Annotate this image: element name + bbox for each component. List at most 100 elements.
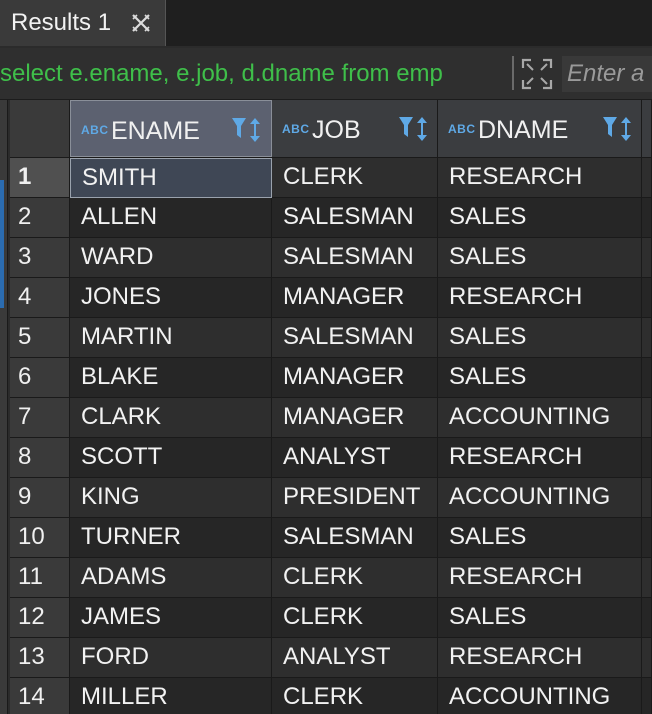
row-filler bbox=[642, 238, 652, 278]
table-cell[interactable]: SALES bbox=[438, 198, 642, 238]
table-cell[interactable]: CLERK bbox=[272, 558, 438, 598]
table-cell[interactable]: BLAKE bbox=[70, 358, 272, 398]
table-cell[interactable]: RESEARCH bbox=[438, 558, 642, 598]
table-cell[interactable]: MANAGER bbox=[272, 358, 438, 398]
query-separator bbox=[512, 56, 514, 90]
column-header-dname[interactable]: ABC DNAME bbox=[438, 100, 642, 157]
filter-sort-icon[interactable] bbox=[231, 116, 263, 144]
table-cell[interactable]: MANAGER bbox=[272, 398, 438, 438]
table-cell[interactable]: ALLEN bbox=[70, 198, 272, 238]
table-cell[interactable]: FORD bbox=[70, 638, 272, 678]
table-cell[interactable]: JAMES bbox=[70, 598, 272, 638]
row-filler bbox=[642, 358, 652, 398]
table-cell[interactable]: SALES bbox=[438, 598, 642, 638]
table-row[interactable]: 12 JAMES CLERK SALES bbox=[10, 598, 652, 638]
table-row[interactable]: 10 TURNER SALESMAN SALES bbox=[10, 518, 652, 558]
row-number[interactable]: 14 bbox=[10, 678, 70, 714]
table-cell[interactable]: SCOTT bbox=[70, 438, 272, 478]
table-cell[interactable]: MARTIN bbox=[70, 318, 272, 358]
row-filler bbox=[642, 598, 652, 638]
table-cell[interactable]: SALESMAN bbox=[272, 518, 438, 558]
table-row[interactable]: 11 ADAMS CLERK RESEARCH bbox=[10, 558, 652, 598]
table-cell[interactable]: ADAMS bbox=[70, 558, 272, 598]
row-number[interactable]: 12 bbox=[10, 598, 70, 638]
text-type-icon: ABC bbox=[448, 122, 476, 136]
table-cell[interactable]: RESEARCH bbox=[438, 278, 642, 318]
filter-sort-icon[interactable] bbox=[602, 115, 634, 143]
table-cell[interactable]: ACCOUNTING bbox=[438, 678, 642, 714]
table-cell[interactable]: SALES bbox=[438, 518, 642, 558]
row-filler bbox=[642, 678, 652, 714]
table-row[interactable]: 1 SMITH CLERK RESEARCH bbox=[10, 158, 652, 198]
column-header-job[interactable]: ABC JOB bbox=[272, 100, 438, 157]
left-panel-strip[interactable] bbox=[0, 100, 8, 714]
table-cell[interactable]: JONES bbox=[70, 278, 272, 318]
table-row[interactable]: 9 KING PRESIDENT ACCOUNTING bbox=[10, 478, 652, 518]
tab-label: Results 1 bbox=[11, 9, 112, 36]
row-number[interactable]: 11 bbox=[10, 558, 70, 598]
table-cell[interactable]: PRESIDENT bbox=[272, 478, 438, 518]
table-cell[interactable]: CLERK bbox=[272, 158, 438, 198]
row-number[interactable]: 1 bbox=[10, 158, 70, 198]
table-row[interactable]: 6 BLAKE MANAGER SALES bbox=[10, 358, 652, 398]
table-cell[interactable]: KING bbox=[70, 478, 272, 518]
row-number[interactable]: 13 bbox=[10, 638, 70, 678]
row-number[interactable]: 9 bbox=[10, 478, 70, 518]
table-cell[interactable]: WARD bbox=[70, 238, 272, 278]
row-number[interactable]: 3 bbox=[10, 238, 70, 278]
row-filler bbox=[642, 318, 652, 358]
text-type-icon: ABC bbox=[282, 122, 310, 136]
row-number[interactable]: 8 bbox=[10, 438, 70, 478]
table-cell[interactable]: SMITH bbox=[70, 158, 272, 198]
table-cell[interactable]: RESEARCH bbox=[438, 158, 642, 198]
table-cell[interactable]: MANAGER bbox=[272, 278, 438, 318]
row-number[interactable]: 5 bbox=[10, 318, 70, 358]
table-cell[interactable]: SALESMAN bbox=[272, 238, 438, 278]
row-filler bbox=[642, 438, 652, 478]
close-icon[interactable] bbox=[130, 12, 152, 34]
filter-input[interactable] bbox=[562, 56, 652, 92]
column-header-ename[interactable]: ABC ENAME bbox=[70, 100, 272, 157]
table-cell[interactable]: RESEARCH bbox=[438, 638, 642, 678]
row-number[interactable]: 4 bbox=[10, 278, 70, 318]
row-number-header[interactable] bbox=[10, 100, 70, 157]
row-number[interactable]: 7 bbox=[10, 398, 70, 438]
column-label: DNAME bbox=[478, 116, 569, 144]
table-row[interactable]: 4 JONES MANAGER RESEARCH bbox=[10, 278, 652, 318]
row-filler bbox=[642, 158, 652, 198]
table-cell[interactable]: TURNER bbox=[70, 518, 272, 558]
table-row[interactable]: 13 FORD ANALYST RESEARCH bbox=[10, 638, 652, 678]
table-cell[interactable]: SALESMAN bbox=[272, 318, 438, 358]
query-text[interactable]: select e.ename, e.job, d.dname from emp bbox=[0, 58, 508, 90]
row-number[interactable]: 10 bbox=[10, 518, 70, 558]
filter-sort-icon[interactable] bbox=[398, 115, 430, 143]
header-row: ABC ENAME ABC JOB ABC DNAME bbox=[10, 100, 652, 158]
table-row[interactable]: 3 WARD SALESMAN SALES bbox=[10, 238, 652, 278]
table-cell[interactable]: CLERK bbox=[272, 678, 438, 714]
table-cell[interactable]: SALES bbox=[438, 318, 642, 358]
expand-icon[interactable] bbox=[520, 57, 554, 91]
table-cell[interactable]: ANALYST bbox=[272, 638, 438, 678]
table-row[interactable]: 8 SCOTT ANALYST RESEARCH bbox=[10, 438, 652, 478]
table-cell[interactable]: ACCOUNTING bbox=[438, 478, 642, 518]
table-cell[interactable]: SALES bbox=[438, 358, 642, 398]
table-row[interactable]: 14 MILLER CLERK ACCOUNTING bbox=[10, 678, 652, 714]
table-row[interactable]: 5 MARTIN SALESMAN SALES bbox=[10, 318, 652, 358]
table-row[interactable]: 7 CLARK MANAGER ACCOUNTING bbox=[10, 398, 652, 438]
text-type-icon: ABC bbox=[81, 123, 109, 137]
table-cell[interactable]: RESEARCH bbox=[438, 438, 642, 478]
row-number[interactable]: 6 bbox=[10, 358, 70, 398]
row-filler bbox=[642, 198, 652, 238]
table-cell[interactable]: SALESMAN bbox=[272, 198, 438, 238]
table-row[interactable]: 2 ALLEN SALESMAN SALES bbox=[10, 198, 652, 238]
table-cell[interactable]: SALES bbox=[438, 238, 642, 278]
table-cell[interactable]: ACCOUNTING bbox=[438, 398, 642, 438]
tab-results-1[interactable]: Results 1 bbox=[0, 0, 166, 46]
left-panel-marker bbox=[0, 180, 4, 308]
table-cell[interactable]: MILLER bbox=[70, 678, 272, 714]
tab-bar: Results 1 bbox=[0, 0, 652, 46]
table-cell[interactable]: ANALYST bbox=[272, 438, 438, 478]
row-number[interactable]: 2 bbox=[10, 198, 70, 238]
table-cell[interactable]: CLARK bbox=[70, 398, 272, 438]
table-cell[interactable]: CLERK bbox=[272, 598, 438, 638]
